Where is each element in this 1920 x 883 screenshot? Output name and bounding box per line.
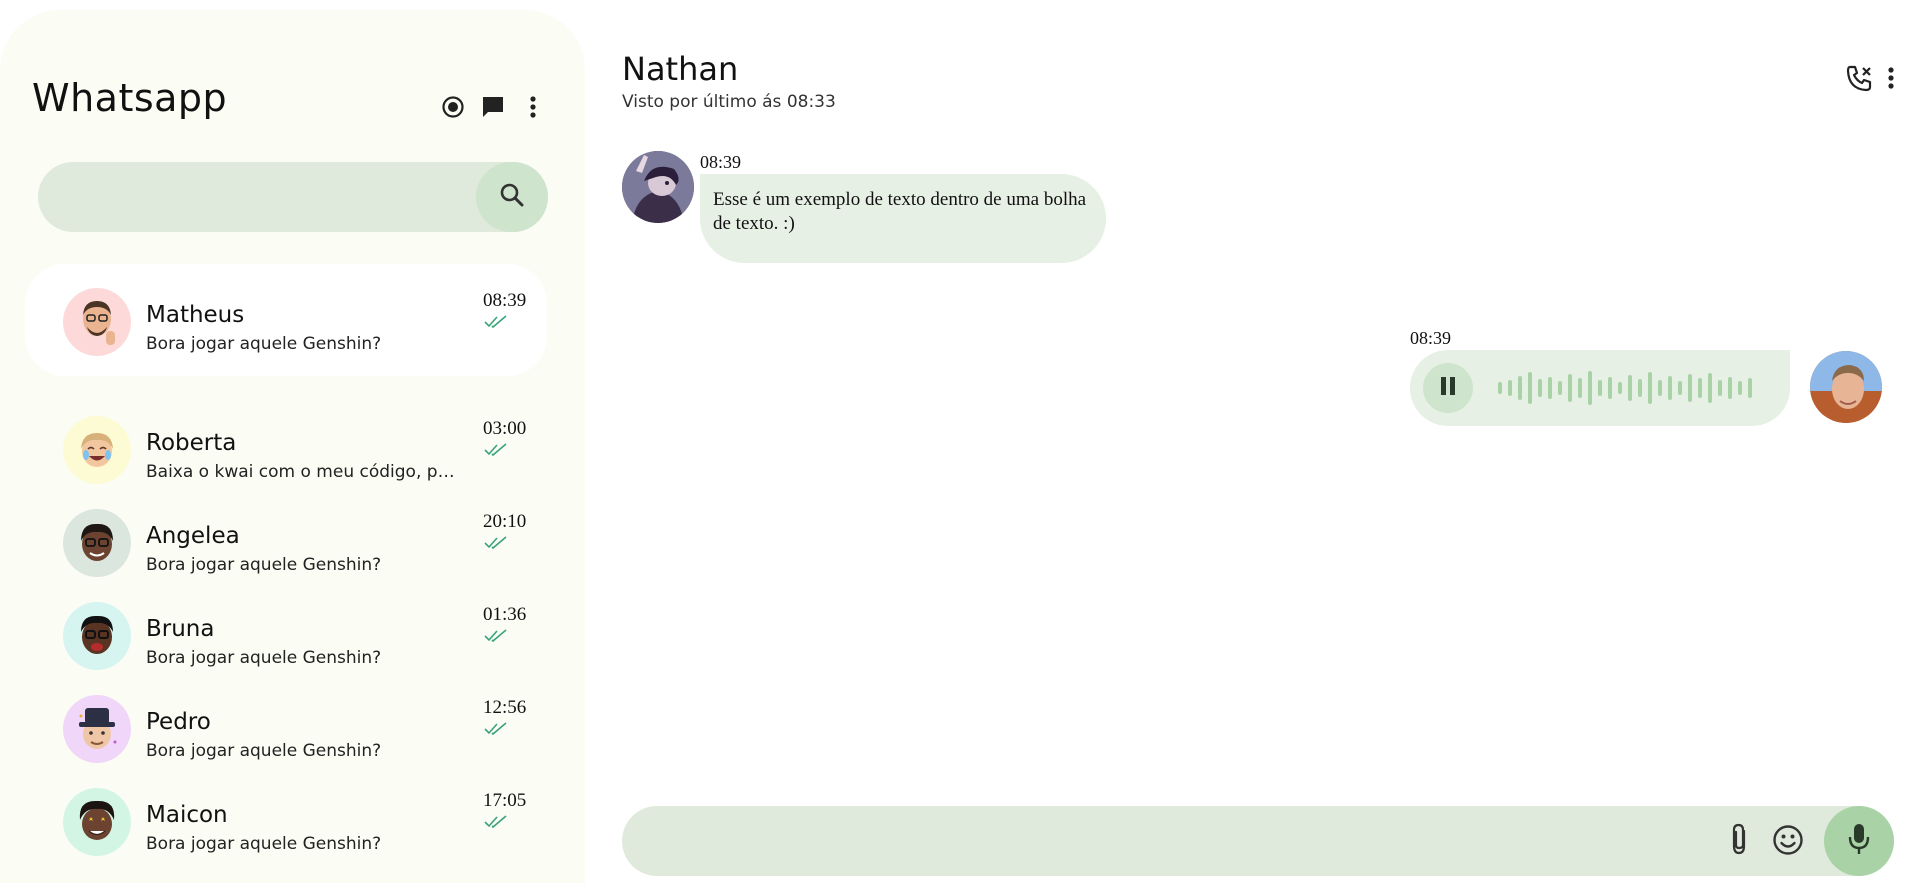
status-icon[interactable] [440,94,466,120]
message-time: 08:39 [483,290,527,311]
contact-name: Pedro [146,709,211,735]
last-message-preview: Baixa o kwai com o meu código, por favor [146,462,456,482]
avatar [63,416,131,484]
message-composer [622,806,1894,876]
user-avatar[interactable] [1810,351,1882,423]
double-check-icon [484,628,508,648]
chat-list-item[interactable]: Matheus Bora jogar aquele Genshin? 08:39 [25,264,547,376]
last-message-preview: Bora jogar aquele Genshin? [146,741,382,761]
chat-list-item[interactable]: Maicon Bora jogar aquele Genshin? 17:05 [25,764,547,876]
message-time: 08:39 [1410,328,1452,348]
contact-name: Maicon [146,802,228,828]
last-message-preview: Bora jogar aquele Genshin? [146,834,382,854]
more-vert-icon[interactable] [520,94,546,120]
avatar [63,602,131,670]
app-title: Whatsapp [32,76,228,120]
message-text: Esse é um exemplo de texto dentro de uma… [713,189,1087,234]
search-bar [38,162,548,232]
search-icon [499,182,525,212]
contact-name: Matheus [146,302,245,328]
message-bubble-incoming[interactable]: Esse é um exemplo de texto dentro de uma… [700,174,1106,263]
last-seen-status: Visto por último ás 08:33 [622,92,836,112]
double-check-icon [484,442,508,462]
search-input[interactable] [60,162,460,232]
chat-list-sidebar: Whatsapp Matheus Bora jogar aquele Gensh… [0,10,585,883]
last-message-preview: Bora jogar aquele Genshin? [146,334,382,354]
double-check-icon [484,314,508,334]
pause-icon [1439,376,1457,400]
chat-contact-name: Nathan [622,50,739,88]
double-check-icon [484,814,508,834]
new-chat-icon[interactable] [480,94,506,120]
avatar [63,788,131,856]
audio-message-bubble [1410,350,1790,426]
avatar [63,695,131,763]
last-message-preview: Bora jogar aquele Genshin? [146,555,382,575]
message-time: 01:36 [483,604,527,625]
avatar [63,288,131,356]
mic-icon [1847,822,1871,860]
search-button[interactable] [476,162,548,232]
pause-button[interactable] [1423,363,1473,413]
message-time: 17:05 [483,790,527,811]
double-check-icon [484,535,508,555]
avatar [63,509,131,577]
message-time: 08:39 [700,152,742,172]
mic-button[interactable] [1824,806,1894,876]
phone-icon[interactable] [1845,64,1873,92]
contact-name: Angelea [146,523,240,549]
message-input[interactable] [652,806,1732,876]
message-time: 20:10 [483,511,527,532]
emoji-button[interactable] [1770,824,1806,860]
more-vert-icon[interactable] [1883,66,1899,90]
emoji-icon [1772,824,1804,860]
contact-name: Bruna [146,616,215,642]
double-check-icon [484,721,508,741]
sidebar-header-actions [440,94,546,120]
chat-header-actions [1845,64,1899,92]
message-time: 03:00 [483,418,527,439]
attach-icon [1728,822,1750,860]
last-message-preview: Bora jogar aquele Genshin? [146,648,382,668]
attach-button[interactable] [1722,822,1756,860]
contact-avatar[interactable] [622,151,694,223]
audio-waveform[interactable] [1498,370,1758,406]
message-time: 12:56 [483,697,527,718]
contact-name: Roberta [146,430,237,456]
